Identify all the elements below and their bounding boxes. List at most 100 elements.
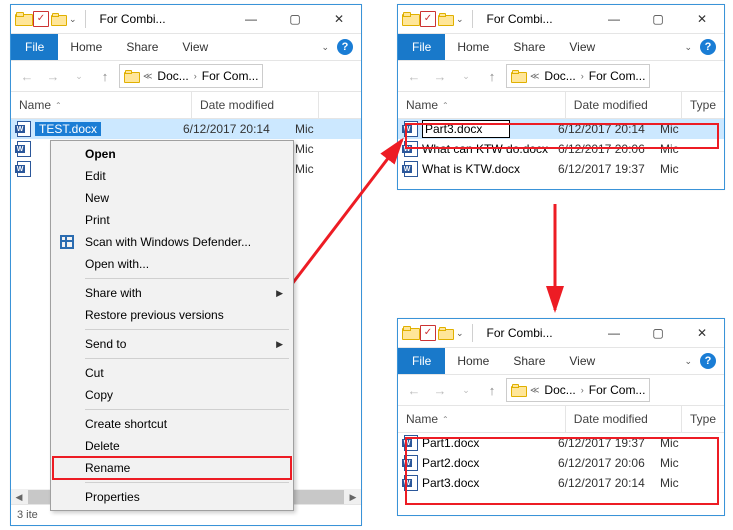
up-button[interactable]: ↑ (480, 378, 504, 402)
minimize-button[interactable]: — (229, 5, 273, 33)
file-row[interactable]: Part2.docx 6/12/2017 20:06 Mic (398, 453, 724, 473)
menu-copy[interactable]: Copy (53, 384, 291, 406)
menu-open[interactable]: Open (53, 143, 291, 165)
column-name[interactable]: Name⌃ (398, 92, 566, 118)
folder-small-icon[interactable] (438, 327, 452, 339)
recent-dropdown[interactable]: ⌄ (67, 64, 91, 88)
column-date[interactable]: Date modified (192, 92, 319, 118)
home-tab[interactable]: Home (445, 354, 501, 368)
breadcrumb[interactable]: ≪ Doc... › For Com... (119, 64, 263, 88)
help-icon[interactable]: ? (700, 39, 716, 55)
help-icon[interactable]: ? (337, 39, 353, 55)
menu-scan-defender[interactable]: Scan with Windows Defender... (53, 231, 291, 253)
breadcrumb-part[interactable]: Doc... (157, 69, 188, 83)
file-type: Mic (660, 122, 679, 136)
qat-dropdown-icon[interactable]: ⌄ (67, 14, 79, 25)
scroll-left-icon[interactable]: ◀ (11, 489, 27, 505)
breadcrumb-part[interactable]: Doc... (544, 383, 575, 397)
file-tab[interactable]: File (11, 34, 58, 60)
column-name[interactable]: Name⌃ (398, 406, 566, 432)
file-row[interactable]: What is KTW.docx 6/12/2017 19:37 Mic (398, 159, 724, 179)
column-type[interactable]: Type (682, 406, 724, 432)
share-tab[interactable]: Share (114, 40, 170, 54)
column-name[interactable]: Name⌃ (11, 92, 192, 118)
share-tab[interactable]: Share (501, 354, 557, 368)
file-tab[interactable]: File (398, 348, 445, 374)
file-row[interactable]: What can KTW do.docx 6/12/2017 20:06 Mic (398, 139, 724, 159)
folder-small-icon[interactable] (438, 13, 452, 25)
menu-print[interactable]: Print (53, 209, 291, 231)
maximize-button[interactable]: ▢ (636, 319, 680, 347)
minimize-button[interactable]: — (592, 319, 636, 347)
word-doc-icon (17, 121, 31, 137)
breadcrumb[interactable]: ≪ Doc... › For Com... (506, 64, 650, 88)
save-icon[interactable] (33, 11, 49, 27)
rename-input[interactable] (422, 120, 510, 138)
back-button[interactable]: ← (402, 378, 426, 402)
back-button[interactable]: ← (402, 64, 426, 88)
file-type: Mic (660, 436, 679, 450)
breadcrumb-part[interactable]: For Com... (589, 69, 646, 83)
file-row[interactable]: Part1.docx 6/12/2017 19:37 Mic (398, 433, 724, 453)
recent-dropdown[interactable]: ⌄ (454, 378, 478, 402)
menu-properties[interactable]: Properties (53, 486, 291, 508)
file-date: 6/12/2017 20:14 (183, 122, 295, 136)
file-row[interactable]: Part3.docx 6/12/2017 20:14 Mic (398, 473, 724, 493)
forward-button[interactable]: → (41, 64, 65, 88)
help-icon[interactable]: ? (700, 353, 716, 369)
maximize-button[interactable]: ▢ (273, 5, 317, 33)
minimize-button[interactable]: — (592, 5, 636, 33)
file-row[interactable]: TEST.docx 6/12/2017 20:14 Mic (11, 119, 361, 139)
save-icon[interactable] (420, 325, 436, 341)
home-tab[interactable]: Home (445, 40, 501, 54)
maximize-button[interactable]: ▢ (636, 5, 680, 33)
column-date[interactable]: Date modified (566, 406, 682, 432)
scroll-right-icon[interactable]: ▶ (345, 489, 361, 505)
view-tab[interactable]: View (557, 40, 607, 54)
menu-new[interactable]: New (53, 187, 291, 209)
breadcrumb[interactable]: ≪ Doc... › For Com... (506, 378, 650, 402)
menu-open-with[interactable]: Open with... (53, 253, 291, 275)
menu-share-with[interactable]: Share with▶ (53, 282, 291, 304)
breadcrumb-part[interactable]: Doc... (544, 69, 575, 83)
close-button[interactable]: ✕ (317, 5, 361, 33)
share-tab[interactable]: Share (501, 40, 557, 54)
breadcrumb-part[interactable]: For Com... (202, 69, 259, 83)
word-doc-icon (17, 161, 31, 177)
qat-dropdown-icon[interactable]: ⌄ (454, 328, 466, 339)
menu-edit[interactable]: Edit (53, 165, 291, 187)
save-icon[interactable] (420, 11, 436, 27)
home-tab[interactable]: Home (58, 40, 114, 54)
column-date[interactable]: Date modified (566, 92, 682, 118)
back-button[interactable]: ← (15, 64, 39, 88)
close-button[interactable]: ✕ (680, 5, 724, 33)
forward-button[interactable]: → (428, 378, 452, 402)
up-button[interactable]: ↑ (480, 64, 504, 88)
ribbon-expand-icon[interactable]: ⌄ (682, 356, 694, 367)
view-tab[interactable]: View (557, 354, 607, 368)
file-tab[interactable]: File (398, 34, 445, 60)
menu-restore[interactable]: Restore previous versions (53, 304, 291, 326)
column-type[interactable] (319, 92, 361, 118)
status-text: 3 ite (17, 509, 38, 521)
file-row[interactable]: 6/12/2017 20:14 Mic (398, 119, 724, 139)
word-doc-icon (404, 161, 418, 177)
menu-create-shortcut[interactable]: Create shortcut (53, 413, 291, 435)
ribbon-expand-icon[interactable]: ⌄ (682, 42, 694, 53)
file-name: TEST.docx (35, 122, 101, 136)
view-tab[interactable]: View (170, 40, 220, 54)
menu-send-to[interactable]: Send to▶ (53, 333, 291, 355)
menu-rename[interactable]: Rename (53, 457, 291, 479)
file-date: 6/12/2017 19:37 (558, 162, 660, 176)
forward-button[interactable]: → (428, 64, 452, 88)
breadcrumb-part[interactable]: For Com... (589, 383, 646, 397)
menu-cut[interactable]: Cut (53, 362, 291, 384)
up-button[interactable]: ↑ (93, 64, 117, 88)
close-button[interactable]: ✕ (680, 319, 724, 347)
recent-dropdown[interactable]: ⌄ (454, 64, 478, 88)
qat-dropdown-icon[interactable]: ⌄ (454, 14, 466, 25)
folder-small-icon[interactable] (51, 13, 65, 25)
ribbon-expand-icon[interactable]: ⌄ (319, 42, 331, 53)
menu-delete[interactable]: Delete (53, 435, 291, 457)
column-type[interactable]: Type (682, 92, 724, 118)
